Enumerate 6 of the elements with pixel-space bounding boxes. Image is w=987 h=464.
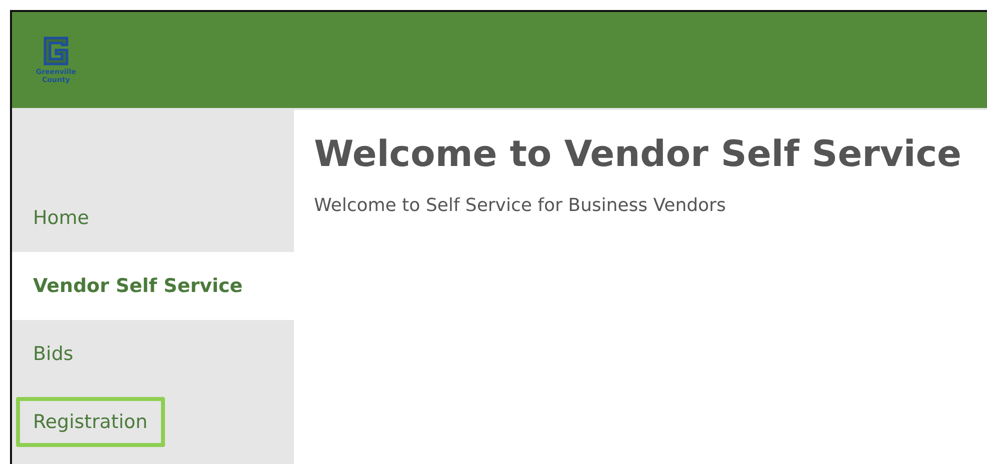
sidebar-item[interactable]: Registration	[16, 397, 165, 447]
sidebar-item[interactable]: Home	[16, 193, 106, 243]
page-title: Welcome to Vendor Self Service	[314, 134, 962, 175]
sidebar-item[interactable]: Bids	[16, 329, 90, 379]
logo-icon	[43, 36, 69, 66]
page-subtitle: Welcome to Self Service for Business Vendors	[314, 195, 727, 216]
